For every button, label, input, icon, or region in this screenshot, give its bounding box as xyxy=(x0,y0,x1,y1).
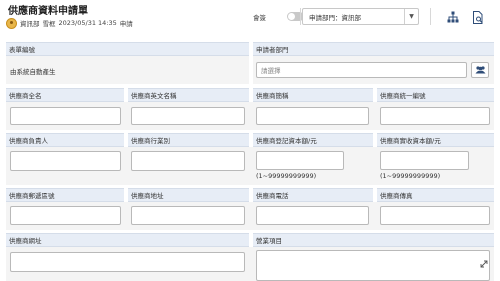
form-no-header: 表單編號 xyxy=(6,42,249,56)
english-name-input[interactable] xyxy=(131,107,245,125)
business-items-textarea[interactable] xyxy=(256,250,490,281)
divider xyxy=(430,8,431,25)
full-name-input[interactable] xyxy=(10,107,121,125)
short-name-input[interactable] xyxy=(256,107,369,125)
people-picker-button[interactable] xyxy=(471,62,489,78)
fax-input[interactable] xyxy=(380,206,490,225)
applicant-name: 雪框 xyxy=(42,20,56,28)
org-chart-icon[interactable] xyxy=(446,10,460,24)
page-title: 供應商資料申請單 xyxy=(8,6,88,17)
field-phone-header: 供應商電話 xyxy=(253,188,373,202)
avatar xyxy=(6,17,17,29)
applicant-dept: 資訊部 xyxy=(20,20,40,28)
field-full-name-header: 供應商全名 xyxy=(6,88,124,102)
countersign-label: 會簽 xyxy=(253,14,266,22)
field-fax-header: 供應商傳真 xyxy=(377,188,494,202)
chevron-down-icon: ▼ xyxy=(404,9,418,24)
registered-capital-input[interactable] xyxy=(256,151,344,170)
apply-datetime: 2023/05/31 14:35 xyxy=(58,19,117,27)
field-industry-header: 供應商行業別 xyxy=(128,133,249,147)
field-owner-header: 供應商負責人 xyxy=(6,133,124,147)
phone-input[interactable] xyxy=(256,206,369,225)
paid-capital-input[interactable] xyxy=(380,151,469,170)
field-short-name-header: 供應商簡稱 xyxy=(253,88,373,102)
expand-icon[interactable] xyxy=(480,253,488,268)
field-business-items-header: 營業項目 xyxy=(253,233,494,247)
field-paid-capital-header: 供應商實收資本額/元 xyxy=(377,133,494,147)
divider xyxy=(300,8,301,25)
document-search-icon[interactable] xyxy=(471,10,485,24)
owner-input[interactable] xyxy=(10,151,121,171)
applicant-meta: 資訊部 雪框 2023/05/31 14:35 申請 xyxy=(6,16,136,30)
dept-select[interactable]: 申請部門：資訊部 ▼ xyxy=(302,8,419,25)
field-postal-code-header: 供應商郵遞區號 xyxy=(6,188,124,202)
postal-code-input[interactable] xyxy=(10,206,121,225)
form-no-value: 由系統自動產生 xyxy=(10,68,56,76)
field-english-name-header: 供應商英文名稱 xyxy=(128,88,249,102)
applicant-dept-input[interactable]: 請選擇 xyxy=(256,62,467,78)
status-badge: 申請 xyxy=(119,20,133,28)
field-tax-id-header: 供應商統一編號 xyxy=(377,88,494,102)
website-input[interactable] xyxy=(10,252,245,272)
field-address-header: 供應商地址 xyxy=(128,188,249,202)
industry-input[interactable] xyxy=(131,151,245,171)
address-input[interactable] xyxy=(131,206,245,225)
dept-select-value: 申請部門：資訊部 xyxy=(309,13,361,22)
field-website-header: 供應商網址 xyxy=(6,233,249,247)
toggle-knob xyxy=(288,13,295,20)
tax-id-input[interactable] xyxy=(380,107,490,125)
registered-capital-hint: (1~99999999999) xyxy=(256,172,317,180)
people-picker-icon xyxy=(475,66,485,74)
field-registered-capital-header: 供應商登記資本額/元 xyxy=(253,133,373,147)
paid-capital-hint: (1~99999999999) xyxy=(380,172,441,180)
applicant-dept-header: 申請者部門 xyxy=(253,42,494,56)
